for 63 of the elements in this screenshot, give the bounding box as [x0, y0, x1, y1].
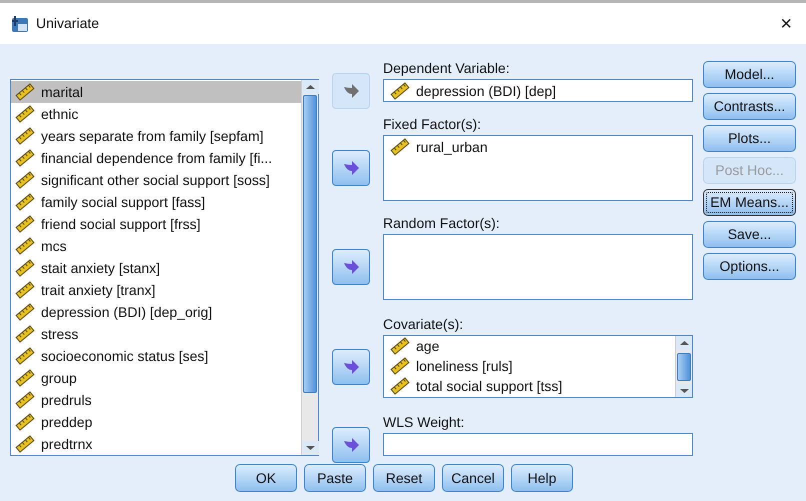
variable-item[interactable]: depression (BDI) [dep_orig] [41, 302, 212, 322]
variable-item[interactable]: friend social support [frss] [41, 214, 201, 234]
scroll-thumb[interactable] [677, 353, 691, 381]
dialog-button[interactable]: Cancel [442, 464, 504, 492]
move-arrow-button[interactable] [332, 426, 370, 462]
variable-item[interactable]: marital [41, 82, 84, 102]
dialog-button[interactable]: Save... [703, 221, 796, 248]
move-arrow-button[interactable] [332, 348, 370, 384]
variable-item[interactable]: ethnic [41, 104, 78, 124]
variable-item[interactable]: stress [41, 324, 78, 344]
dialog-button[interactable]: Plots... [703, 125, 796, 152]
input-field[interactable]: depression (BDI) [dep] [383, 79, 693, 102]
variable-item[interactable]: age [416, 336, 440, 356]
scroll-up-icon [302, 80, 319, 94]
variable-item[interactable]: group [41, 368, 77, 388]
right-arrow-icon [344, 260, 358, 274]
right-arrow-icon [344, 161, 358, 175]
list-field[interactable] [383, 234, 693, 300]
right-arrow-icon [344, 84, 358, 98]
move-arrow-button[interactable] [332, 249, 370, 285]
scrollbar[interactable] [301, 80, 318, 455]
variable-item[interactable]: preddep [41, 412, 92, 432]
scroll-up-icon [676, 336, 692, 350]
dialog-button[interactable]: Options... [703, 253, 796, 280]
app-icon [10, 14, 30, 32]
dialog-button[interactable]: Model... [703, 61, 796, 88]
field-label: Dependent Variable: [383, 60, 511, 77]
scroll-down-icon [302, 441, 319, 455]
dialog-button[interactable]: Contrasts... [703, 93, 796, 120]
list-field[interactable]: age loneliness [ruls] total social support [tss] [383, 335, 693, 398]
variable-item[interactable]: mcs [41, 236, 67, 256]
variable-item[interactable]: predruls [41, 390, 92, 410]
right-arrow-icon [344, 438, 358, 452]
list-field[interactable]: rural_urban [383, 135, 693, 201]
variable-item[interactable]: significant other social support [soss] [41, 170, 270, 190]
move-arrow-button[interactable] [332, 150, 370, 186]
right-arrow-icon [344, 360, 358, 374]
variable-item[interactable]: socioeconomic status [ses] [41, 346, 208, 366]
input-field[interactable] [383, 433, 693, 456]
field-label: Covariate(s): [383, 316, 464, 333]
variable-item[interactable]: depression (BDI) [dep] [416, 80, 556, 101]
variable-item[interactable]: years separate from family [sepfam] [41, 126, 264, 146]
field-label: WLS Weight: [383, 414, 466, 431]
variable-item[interactable]: loneliness [ruls] [416, 356, 512, 376]
variable-item[interactable]: rural_urban [416, 136, 488, 158]
dialog-button[interactable]: OK [235, 464, 297, 492]
dialog-button[interactable]: Help [511, 464, 573, 492]
dialog-button[interactable]: Reset [373, 464, 435, 492]
field-label: Fixed Factor(s): [383, 116, 482, 133]
variable-item[interactable]: financial dependence from family [fi... [41, 148, 272, 168]
scrollbar[interactable] [675, 336, 692, 397]
dialog-button[interactable]: EM Means... [703, 189, 796, 216]
close-button[interactable]: × [776, 14, 796, 34]
scroll-thumb[interactable] [303, 95, 317, 393]
window-title: Univariate [36, 14, 100, 33]
variable-item[interactable]: stait anxiety [stanx] [41, 258, 160, 278]
field-label: Random Factor(s): [383, 215, 501, 232]
variable-item[interactable]: family social support [fass] [41, 192, 206, 212]
variable-item[interactable]: predtrnx [41, 434, 92, 454]
variable-item[interactable]: trait anxiety [tranx] [41, 280, 156, 300]
variable-item[interactable]: total social support [tss] [416, 376, 562, 396]
scroll-down-icon [676, 384, 692, 397]
dialog-button[interactable]: Paste [304, 464, 366, 492]
